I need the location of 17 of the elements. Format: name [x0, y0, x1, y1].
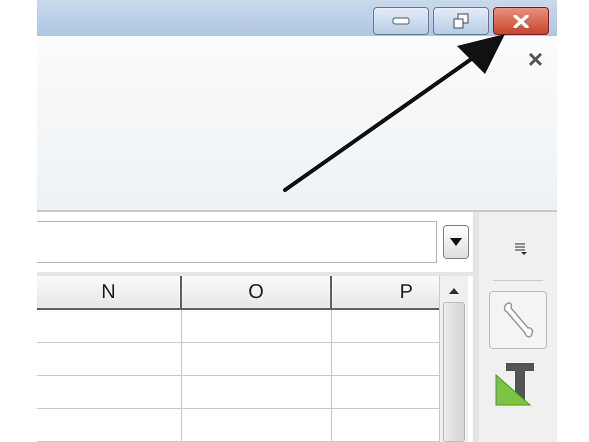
input-field[interactable]	[37, 221, 437, 263]
menu-icon[interactable]	[514, 242, 528, 256]
minimize-button[interactable]	[373, 7, 429, 35]
close-icon	[513, 14, 529, 28]
caret-icon	[450, 238, 462, 246]
scrollbar[interactable]	[439, 276, 468, 442]
column-header[interactable]: O	[182, 276, 332, 308]
minimize-icon	[392, 17, 410, 25]
scrollbar-thumb[interactable]	[443, 302, 465, 442]
close-button[interactable]	[493, 7, 549, 35]
restore-button[interactable]	[433, 7, 489, 35]
dropdown-button[interactable]	[443, 225, 469, 259]
column-header[interactable]: P	[332, 276, 439, 308]
restore-icon	[453, 13, 469, 29]
column-header[interactable]: N	[37, 276, 182, 308]
up-arrow-icon	[449, 288, 459, 294]
close-button[interactable]: ×	[528, 46, 543, 72]
